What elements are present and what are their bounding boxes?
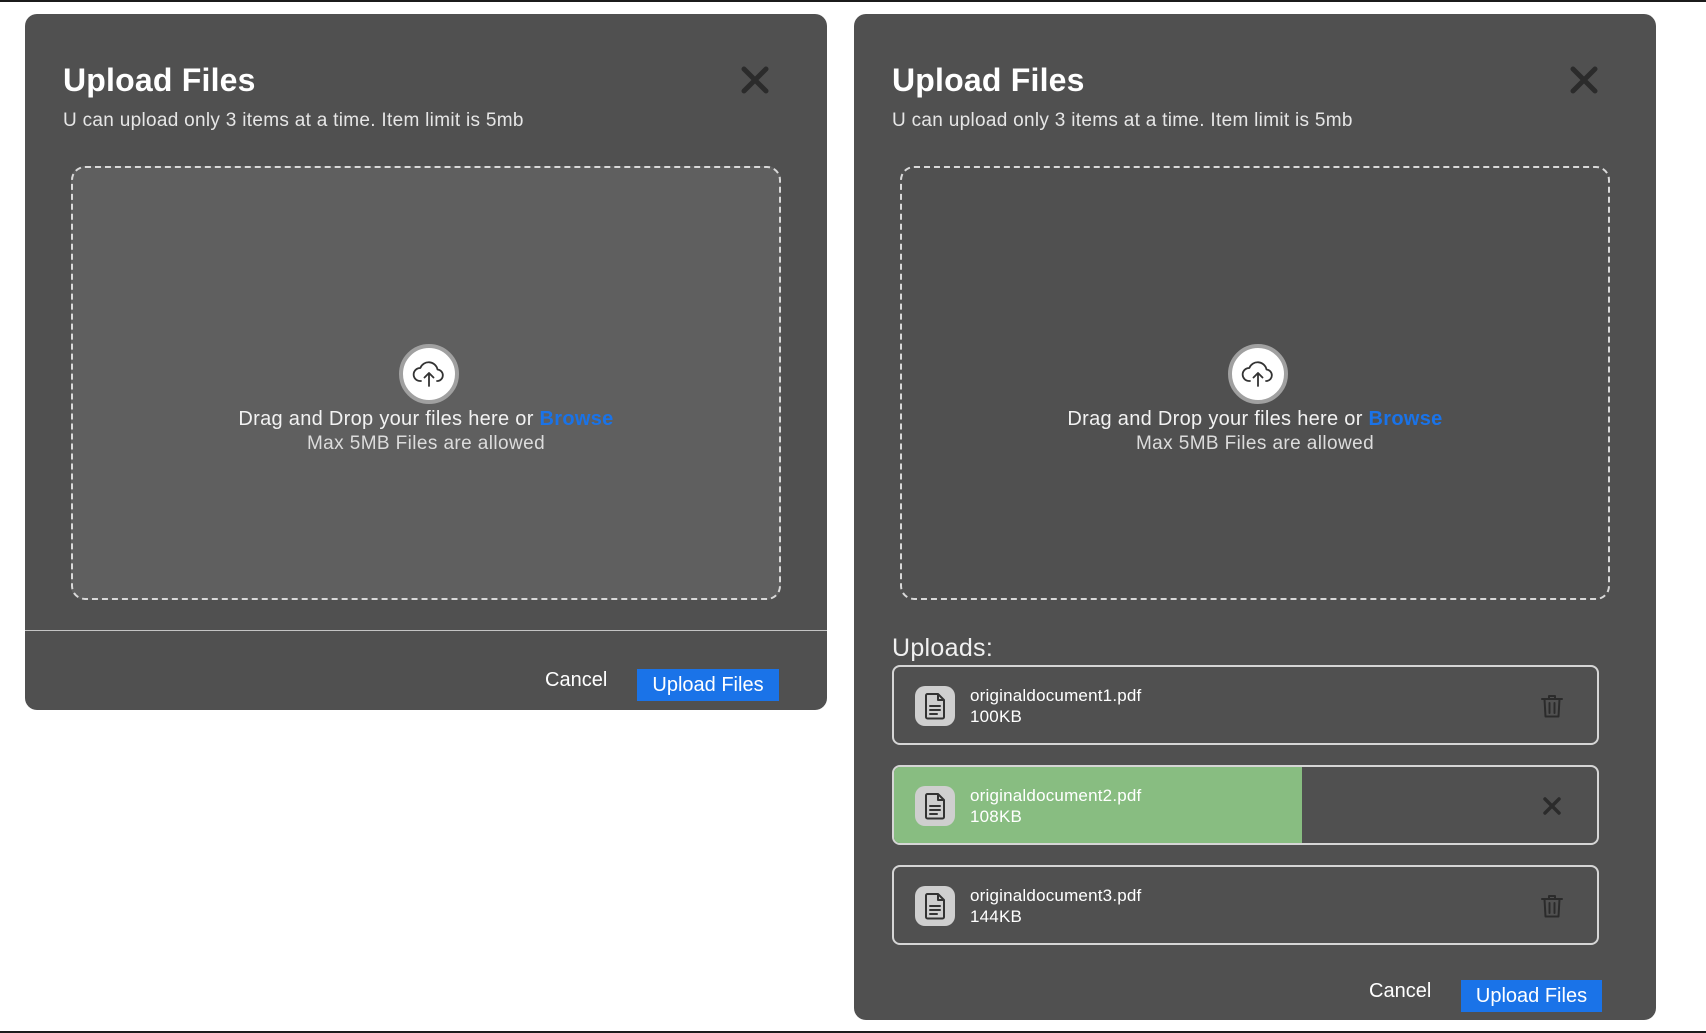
drop-text: Drag and Drop your files here or <box>238 408 534 430</box>
drop-limit-note: Max 5MB Files are allowed <box>306 433 546 454</box>
file-name: originaldocument3.pdf <box>970 886 1142 905</box>
file-name: originaldocument1.pdf <box>970 686 1142 705</box>
drop-instructions: Drag and Drop your files here or Browse <box>73 408 779 431</box>
drop-instructions: Drag and Drop your files here or Browse <box>902 408 1608 431</box>
cancel-button[interactable]: Cancel <box>545 669 607 692</box>
close-icon[interactable] <box>1538 792 1566 820</box>
uploads-heading: Uploads: <box>892 634 994 662</box>
upload-item: originaldocument3.pdf 144KB <box>892 865 1599 945</box>
drop-text: Drag and Drop your files here or <box>1067 408 1363 430</box>
file-name: originaldocument2.pdf <box>970 786 1142 805</box>
document-icon <box>915 886 955 926</box>
browse-link[interactable]: Browse <box>1369 408 1443 430</box>
drop-zone[interactable]: Drag and Drop your files here or Browse … <box>900 166 1610 600</box>
dialog-subtitle: U can upload only 3 items at a time. Ite… <box>63 110 524 131</box>
cancel-button[interactable]: Cancel <box>1369 980 1431 1003</box>
file-size: 108KB <box>970 807 1023 826</box>
upload-files-button[interactable]: Upload Files <box>637 669 779 701</box>
upload-item-in-progress: originaldocument2.pdf 108KB <box>892 765 1599 845</box>
upload-dialog-empty: Upload Files U can upload only 3 items a… <box>25 14 827 710</box>
upload-dialog-with-files: Upload Files U can upload only 3 items a… <box>854 14 1656 1020</box>
trash-icon[interactable] <box>1538 892 1566 920</box>
close-icon[interactable] <box>1566 62 1602 98</box>
browse-link[interactable]: Browse <box>540 408 614 430</box>
upload-item: originaldocument1.pdf 100KB <box>892 665 1599 745</box>
cloud-upload-icon[interactable] <box>399 344 459 404</box>
file-size: 144KB <box>970 907 1023 926</box>
drop-limit-note: Max 5MB Files are allowed <box>1135 433 1375 454</box>
dialog-subtitle: U can upload only 3 items at a time. Ite… <box>892 110 1353 131</box>
cloud-upload-icon[interactable] <box>1228 344 1288 404</box>
drop-zone[interactable]: Drag and Drop your files here or Browse … <box>71 166 781 600</box>
top-border <box>0 0 1706 2</box>
trash-icon[interactable] <box>1538 692 1566 720</box>
footer-divider <box>25 630 827 631</box>
document-icon <box>915 686 955 726</box>
close-icon[interactable] <box>737 62 773 98</box>
document-icon <box>915 786 955 826</box>
upload-files-button[interactable]: Upload Files <box>1461 980 1602 1012</box>
dialog-title: Upload Files <box>63 62 256 98</box>
dialog-title: Upload Files <box>892 62 1085 98</box>
file-size: 100KB <box>970 707 1023 726</box>
